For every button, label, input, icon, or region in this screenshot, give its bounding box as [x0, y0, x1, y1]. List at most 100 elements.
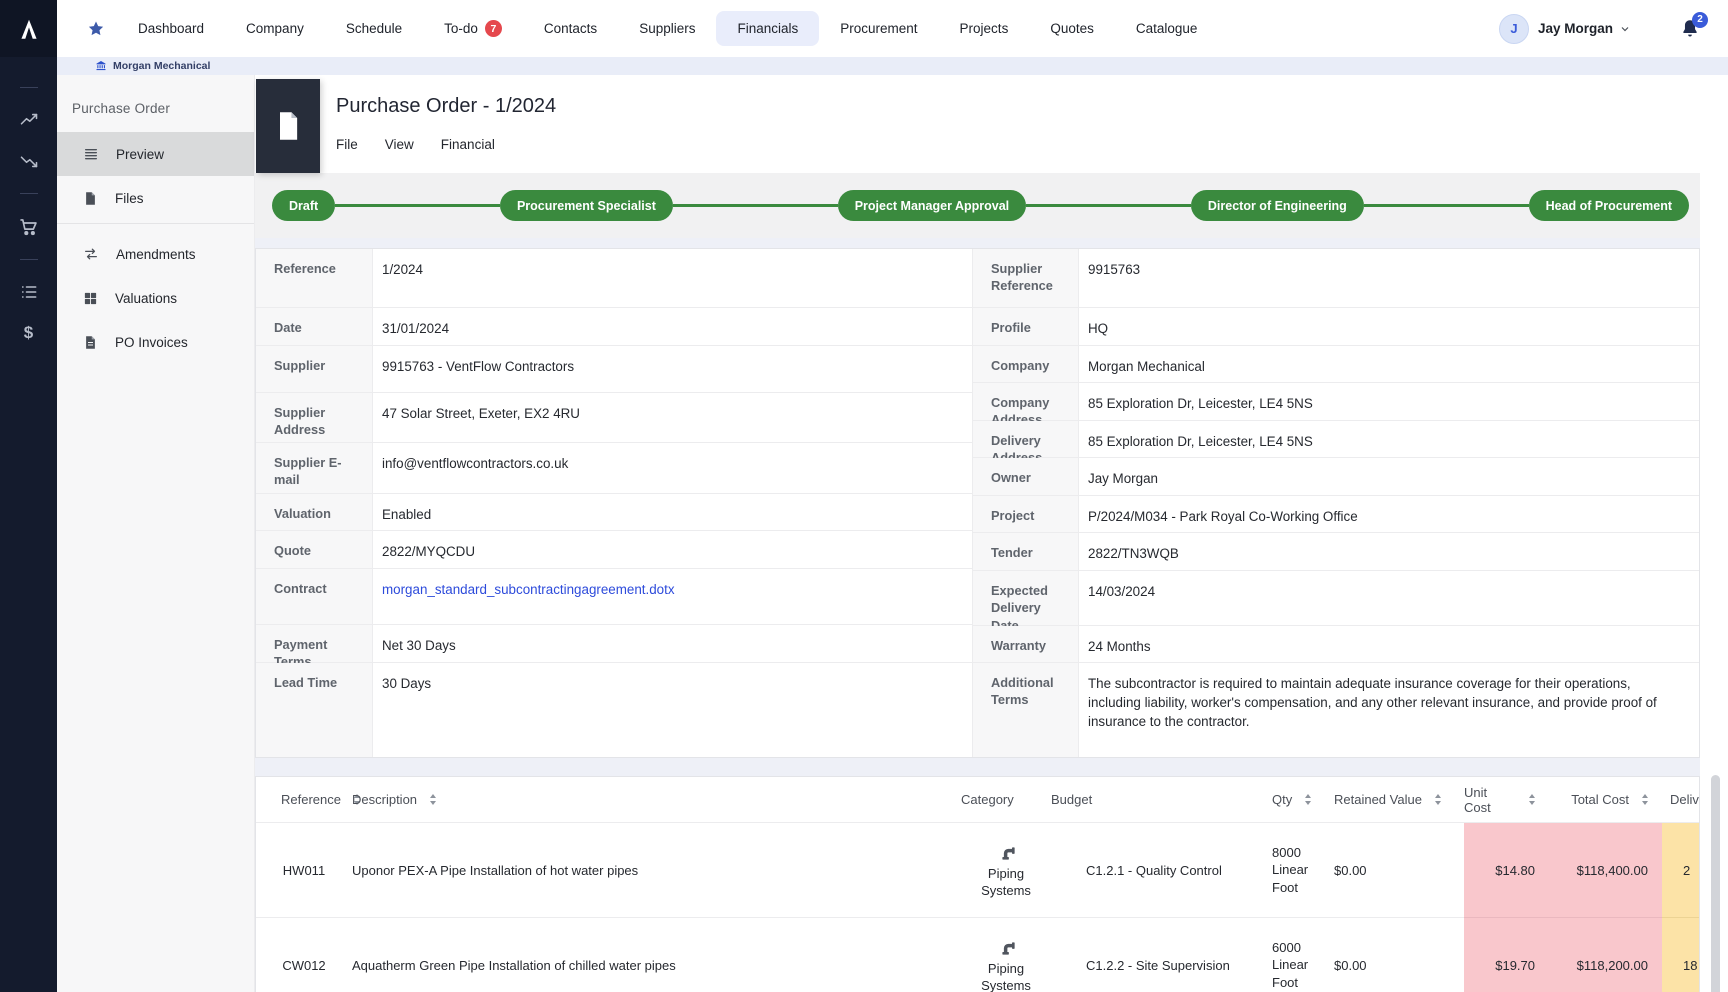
nav-right: J Jay Morgan 2	[1499, 14, 1701, 44]
detail-value: 2822/MYQCDU	[373, 531, 972, 568]
detail-label: Company	[973, 346, 1079, 382]
po-invoices-icon	[83, 335, 98, 350]
nav-item-procurement[interactable]: Procurement	[819, 11, 938, 46]
valuations-icon	[83, 291, 98, 306]
notifications-bell[interactable]: 2	[1679, 18, 1701, 40]
table-row[interactable]: HW011 Uponor PEX-A Pipe Installation of …	[256, 823, 1699, 918]
nav-label: Suppliers	[639, 21, 695, 36]
workflow-step-project-manager-approval[interactable]: Project Manager Approval	[838, 190, 1026, 221]
menu-bar: File View Financial	[336, 137, 1728, 152]
detail-value: info@ventflowcontractors.co.uk	[373, 443, 972, 493]
nav-label: Quotes	[1050, 21, 1094, 36]
workflow-step-draft[interactable]: Draft	[272, 190, 335, 221]
workflow-step-director-of-engineering[interactable]: Director of Engineering	[1191, 190, 1364, 221]
detail-row-valuation: Valuation Enabled	[256, 494, 972, 531]
document-icon	[274, 110, 302, 142]
detail-row-company: Company Morgan Mechanical	[973, 346, 1699, 383]
detail-value: 85 Exploration Dr, Leicester, LE4 5NS	[1079, 383, 1699, 420]
breadcrumb[interactable]: Morgan Mechanical	[57, 57, 1728, 75]
table-row[interactable]: CW012 Aquatherm Green Pipe Installation …	[256, 918, 1699, 992]
cell-category: Piping Systems	[961, 823, 1051, 918]
sidebar-item-preview[interactable]: Preview	[57, 132, 254, 176]
sidebar-item-files[interactable]: Files	[57, 176, 254, 220]
pipe-icon	[996, 841, 1017, 862]
detail-value: 24 Months	[1079, 626, 1699, 662]
po-details-card: Reference 1/2024 Date 31/01/2024 Supplie…	[255, 248, 1700, 758]
workflow-connector	[673, 204, 838, 208]
detail-row-warranty: Warranty 24 Months	[973, 626, 1699, 663]
detail-label: Profile	[973, 308, 1079, 345]
nav-label: Dashboard	[138, 21, 204, 36]
sidebar-item-label: Files	[115, 191, 144, 206]
column-header-delivery[interactable]: Deliv	[1662, 777, 1699, 823]
menu-financial[interactable]: Financial	[441, 137, 495, 152]
cart-icon[interactable]	[18, 216, 39, 237]
nav-label: To-do	[444, 21, 478, 36]
nav-item-quotes[interactable]: Quotes	[1029, 11, 1115, 46]
app-logo[interactable]	[0, 0, 57, 57]
detail-label: Owner	[973, 458, 1079, 495]
rail-divider	[20, 87, 38, 88]
detail-label: Tender	[973, 533, 1079, 570]
nav-item-financials[interactable]: Financials	[716, 11, 819, 46]
under-breadcrumb: Purchase Order Preview Files Amendments	[57, 75, 1728, 992]
nav-item-schedule[interactable]: Schedule	[325, 11, 423, 46]
detail-row-supplier-email: Supplier E-mail info@ventflowcontractors…	[256, 443, 972, 494]
workflow: Draft Procurement Specialist Project Man…	[255, 173, 1700, 238]
column-label: Deliv	[1670, 792, 1699, 807]
detail-value: The subcontractor is required to maintai…	[1079, 663, 1699, 757]
details-right-column: Supplier Reference 9915763 Profile HQ Co…	[972, 249, 1699, 757]
workflow-step-procurement-specialist[interactable]: Procurement Specialist	[500, 190, 673, 221]
cell-qty: 6000 Linear Foot	[1255, 918, 1324, 992]
dollar-icon[interactable]: $	[24, 323, 33, 343]
detail-value: Net 30 Days	[373, 625, 972, 662]
column-header-retained-value[interactable]: Retained Value	[1324, 777, 1464, 823]
sort-icon	[1642, 794, 1648, 805]
detail-label: Contract	[256, 569, 373, 624]
sidebar-item-amendments[interactable]: Amendments	[57, 232, 254, 276]
sidebar-item-po-invoices[interactable]: PO Invoices	[57, 320, 254, 364]
sort-icon	[1305, 794, 1311, 805]
menu-view[interactable]: View	[385, 137, 414, 152]
nav-rail: $	[0, 57, 57, 992]
trending-down-icon[interactable]	[19, 151, 39, 171]
body: $ Morgan Mechanical Purchase Order Previ…	[0, 57, 1728, 992]
detail-label: Company Address	[973, 383, 1079, 420]
sidebar-item-valuations[interactable]: Valuations	[57, 276, 254, 320]
nav-item-suppliers[interactable]: Suppliers	[618, 11, 716, 46]
column-header-reference[interactable]: Reference	[256, 777, 352, 823]
qty-text: 6000 Linear Foot	[1272, 939, 1322, 992]
list-icon[interactable]	[19, 282, 39, 302]
content-column: Morgan Mechanical Purchase Order Preview…	[57, 57, 1728, 992]
nav-item-catalogue[interactable]: Catalogue	[1115, 11, 1219, 46]
column-header-category[interactable]: Category	[961, 777, 1051, 823]
todo-count-badge: 7	[485, 20, 502, 37]
detail-row-reference: Reference 1/2024	[256, 249, 972, 308]
column-header-total-cost[interactable]: Total Cost	[1559, 777, 1662, 823]
nav-item-company[interactable]: Company	[225, 11, 325, 46]
document-type-box	[256, 79, 320, 173]
detail-row-profile: Profile HQ	[973, 308, 1699, 346]
nav-item-todo[interactable]: To-do 7	[423, 10, 523, 47]
cell-unit-cost: $14.80	[1464, 823, 1559, 918]
trending-up-icon[interactable]	[19, 110, 39, 130]
nav-label: Projects	[960, 21, 1009, 36]
category-label: Piping Systems	[976, 866, 1036, 900]
column-header-unit-cost[interactable]: Unit Cost	[1464, 777, 1559, 823]
column-header-description[interactable]: Description	[352, 777, 961, 823]
cell-total-cost: $118,200.00	[1559, 918, 1662, 992]
nav-item-dashboard[interactable]: Dashboard	[117, 11, 225, 46]
detail-label: Lead Time	[256, 663, 373, 757]
favorites-star-icon[interactable]	[87, 20, 105, 38]
column-header-budget[interactable]: Budget	[1051, 777, 1255, 823]
workflow-step-head-of-procurement[interactable]: Head of Procurement	[1529, 190, 1689, 221]
sort-icon	[1529, 794, 1535, 805]
nav-item-contacts[interactable]: Contacts	[523, 11, 618, 46]
menu-file[interactable]: File	[336, 137, 358, 152]
column-header-qty[interactable]: Qty	[1255, 777, 1324, 823]
column-label: Budget	[1051, 792, 1092, 807]
user-menu[interactable]: J Jay Morgan	[1499, 14, 1631, 44]
nav-item-projects[interactable]: Projects	[939, 11, 1030, 46]
contract-link[interactable]: morgan_standard_subcontractingagreement.…	[382, 582, 675, 597]
vertical-scrollbar-thumb[interactable]	[1711, 775, 1720, 992]
